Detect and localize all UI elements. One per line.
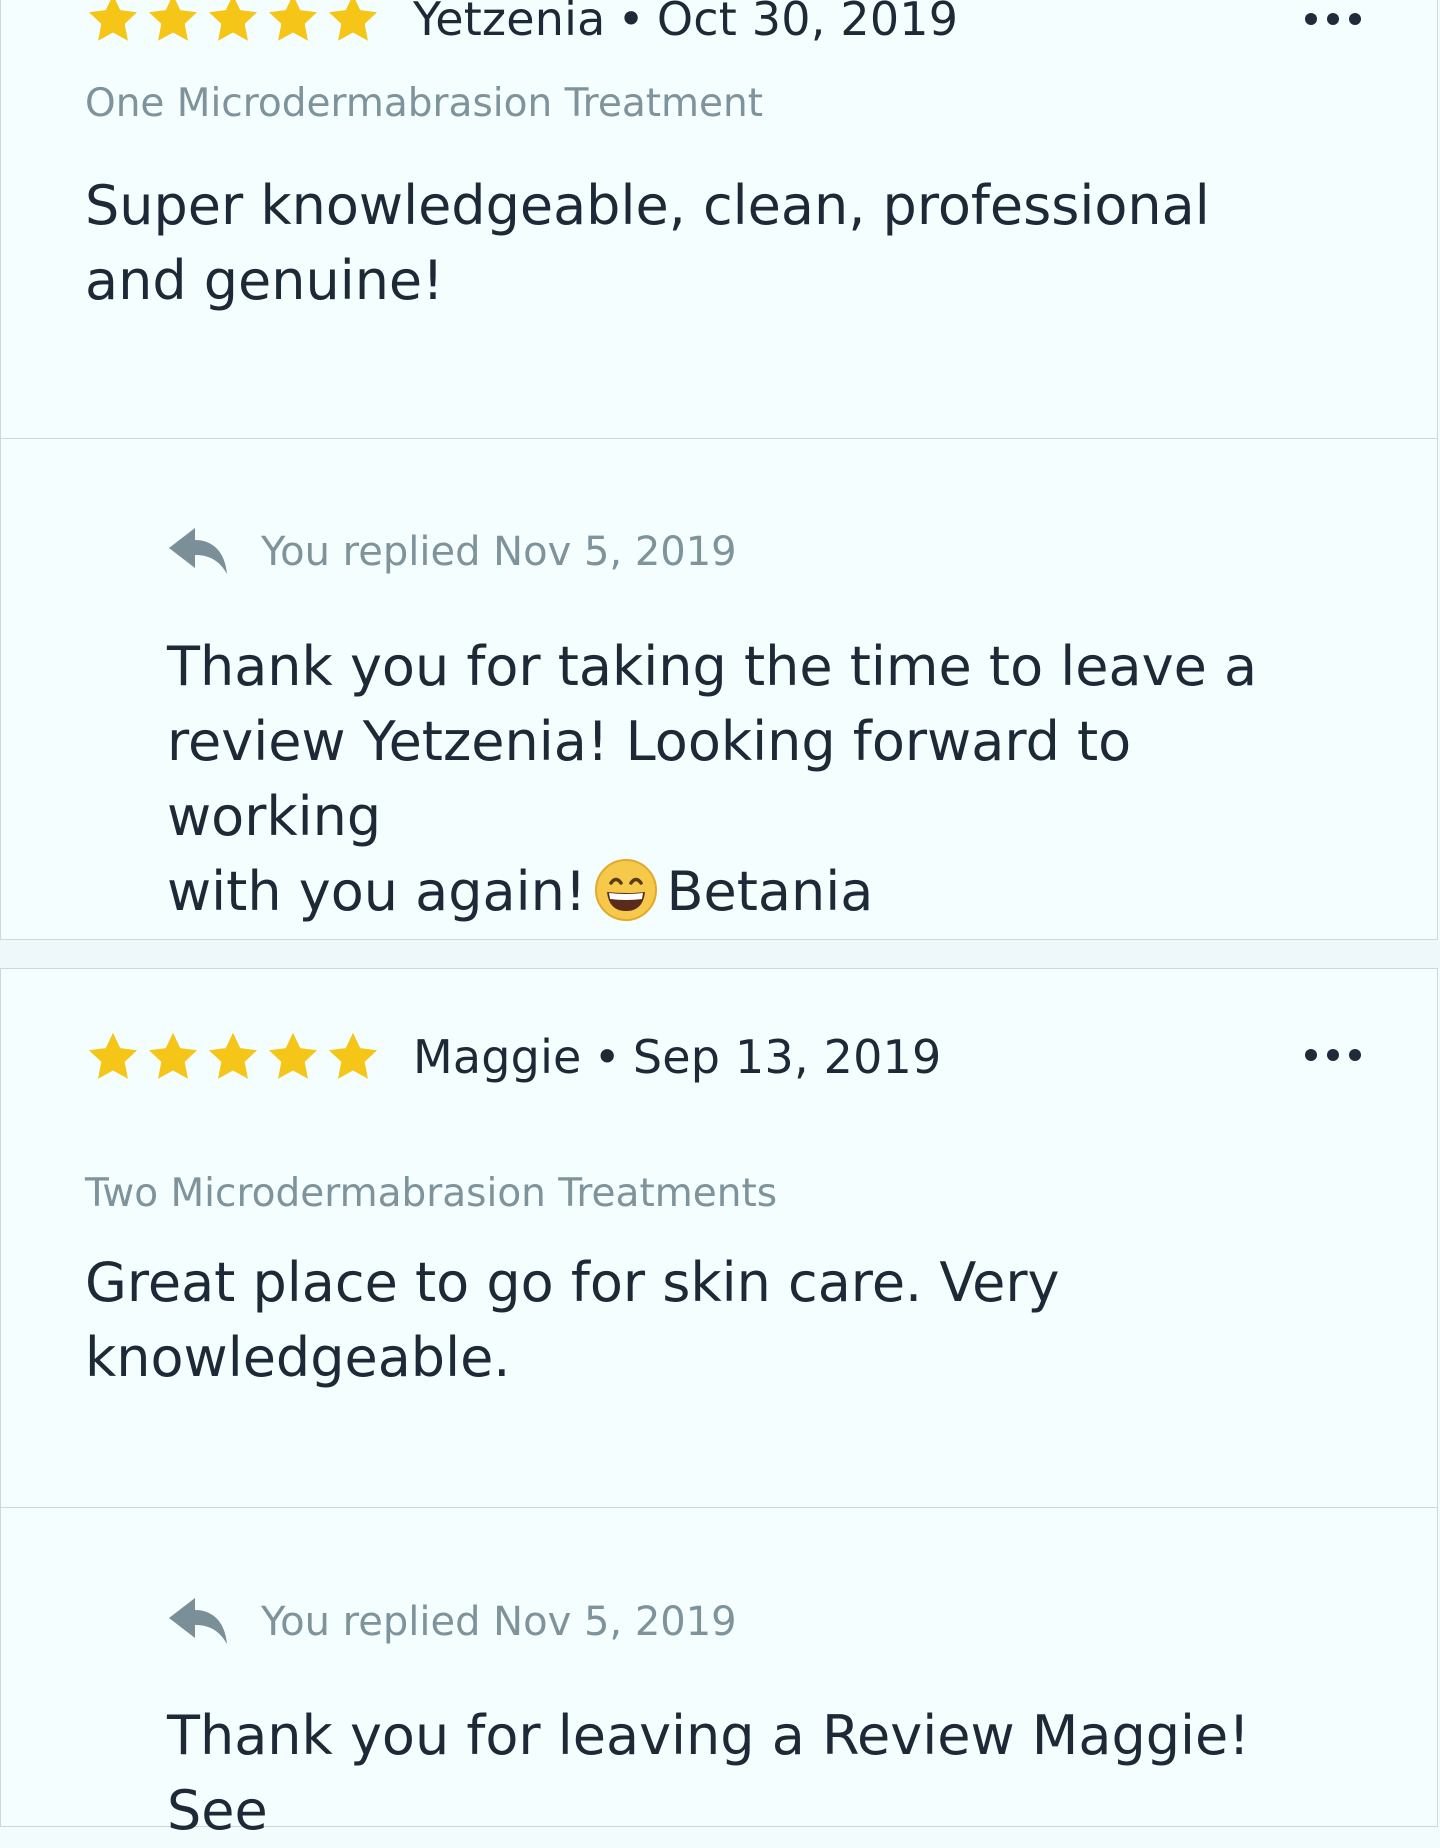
reply-card-maggie: You replied Nov 5, 2019 Thank you for le… (0, 1507, 1438, 1842)
star-icon (325, 0, 381, 47)
star-icon (145, 1029, 201, 1085)
service-name: One Microdermabrasion Treatment (85, 81, 764, 126)
reply-text-line: Thank you for taking the time to leave a (167, 635, 1258, 698)
reviewer-name: Yetzenia (413, 0, 606, 46)
review-text: Super knowledgeable, clean, professional… (85, 168, 1215, 318)
card-gap (0, 940, 1440, 968)
review-header: Yetzenia • Oct 30, 2019 (85, 0, 958, 49)
reviewer-meta: Yetzenia • Oct 30, 2019 (413, 0, 958, 46)
reviewer-meta: Maggie • Sep 13, 2019 (413, 1030, 941, 1084)
review-text-line: and genuine! (85, 249, 444, 312)
star-icon (85, 0, 141, 47)
reply-signature: Betania (666, 860, 874, 923)
reply-card-yetzenia: You replied Nov 5, 2019 Thank you for ta… (0, 438, 1438, 940)
reply-date: You replied Nov 5, 2019 (261, 1599, 737, 1645)
reply-header: You replied Nov 5, 2019 (167, 1592, 737, 1652)
reply-text-line: review Yetzenia! Looking forward to work… (167, 710, 1132, 848)
star-icon (145, 0, 201, 47)
review-text-line: Super knowledgeable, clean, professional (85, 174, 1210, 237)
review-header: Maggie • Sep 13, 2019 (85, 1027, 941, 1087)
star-icon (205, 1029, 261, 1085)
reply-text: Thank you for taking the time to leave a… (167, 629, 1327, 929)
review-card-yetzenia: Yetzenia • Oct 30, 2019 One Microdermabras… (0, 0, 1438, 439)
review-text-line: knowledgeable. (85, 1326, 511, 1389)
review-date: Oct 30, 2019 (656, 0, 959, 46)
reply-text-line: with you again! (167, 860, 587, 923)
star-icon (325, 1029, 381, 1085)
reply-arrow-icon (167, 524, 231, 580)
review-date: Sep 13, 2019 (632, 1030, 942, 1084)
more-options-icon[interactable] (1305, 4, 1361, 34)
star-rating (85, 0, 381, 47)
review-text: Great place to go for skin care. Very kn… (85, 1245, 1215, 1395)
meta-separator: • (593, 1030, 621, 1084)
star-rating (85, 1029, 381, 1085)
star-icon (205, 0, 261, 47)
star-icon (85, 1029, 141, 1085)
reviewer-name: Maggie (413, 1030, 582, 1084)
review-card-maggie: Maggie • Sep 13, 2019 Two Microdermabrasio… (0, 968, 1438, 1508)
reply-arrow-icon (167, 1594, 231, 1650)
review-text-line: Great place to go for skin care. Very (85, 1251, 1060, 1314)
service-name: Two Microdermabrasion Treatments (85, 1171, 778, 1216)
star-icon (265, 1029, 321, 1085)
reply-date: You replied Nov 5, 2019 (261, 529, 737, 575)
more-options-icon[interactable] (1305, 1040, 1361, 1070)
star-icon (265, 0, 321, 47)
meta-separator: • (617, 0, 645, 46)
reply-text: Thank you for leaving a Review Maggie! S… (167, 1698, 1327, 1848)
reply-header: You replied Nov 5, 2019 (167, 522, 737, 582)
reply-text-line: Thank you for leaving a Review Maggie! S… (167, 1704, 1250, 1842)
grinning-face-emoji-icon (594, 858, 658, 922)
